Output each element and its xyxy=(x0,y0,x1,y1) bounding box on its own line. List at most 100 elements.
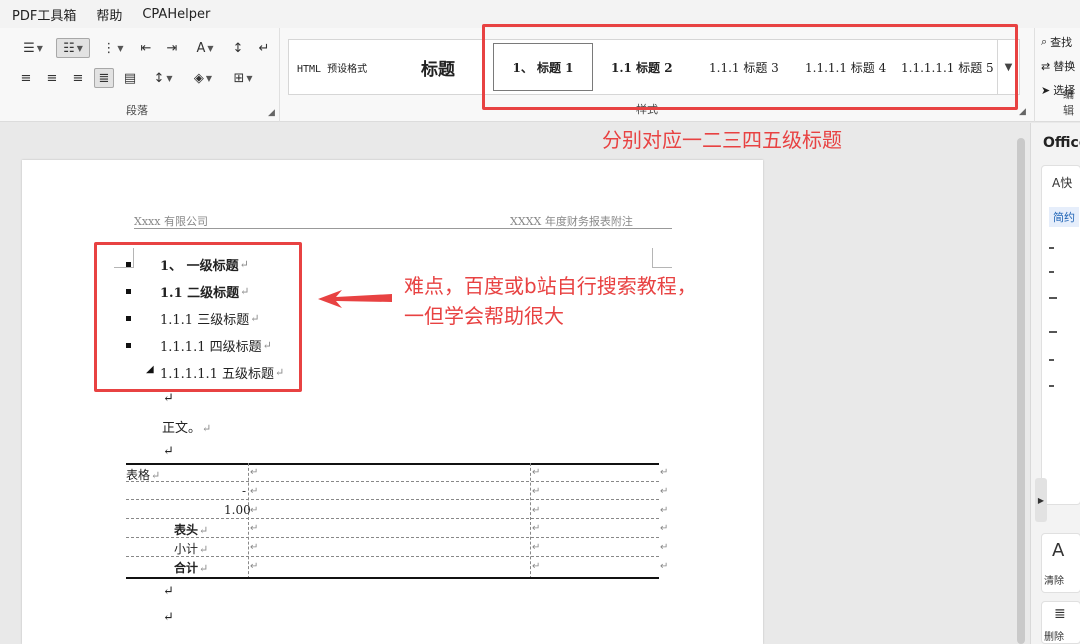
body-paragraph[interactable]: 正文。↵ xyxy=(162,417,211,436)
multilevel-list-icon: ⋮ xyxy=(102,40,116,56)
menu-item-pdf-toolbox[interactable]: PDF工具箱 xyxy=(12,5,76,24)
replace-button[interactable]: ⇄ 替换 xyxy=(1041,58,1075,74)
empty-paragraph-mark: ↵ xyxy=(163,610,174,625)
paragraph-mark-icon: ↵ xyxy=(199,562,209,575)
shading-button[interactable]: ◈ ▼ xyxy=(186,68,220,88)
align-left-button[interactable]: ≡ xyxy=(16,68,36,88)
increase-indent-button[interactable]: ⇥ xyxy=(162,38,182,58)
style-html-preformatted[interactable]: HTML 预设格式 xyxy=(297,40,367,94)
table-cell-text: 表格 xyxy=(126,468,151,482)
cell-mark-icon: ↵ xyxy=(532,523,541,534)
table-row xyxy=(126,482,659,500)
styles-dialog-launcher-icon[interactable]: ◢ xyxy=(1019,107,1026,117)
paragraph-group-label: 段落 xyxy=(126,104,148,117)
outline-item[interactable] xyxy=(1049,247,1054,249)
borders-button[interactable]: ⊞ ▼ xyxy=(226,68,260,88)
body-text: 正文。 xyxy=(162,421,202,436)
side-pane-title: Office xyxy=(1043,135,1080,151)
document-page[interactable]: Xxxx 有限公司 XXXX 年度财务报表附注 1、 一级标题 ↵ 1.1 二级标… xyxy=(22,160,763,644)
delete-card[interactable]: ≣ 删除 xyxy=(1041,601,1080,644)
table-cell[interactable]: 小计↵ xyxy=(174,540,208,557)
table-cell[interactable]: 表头↵ xyxy=(174,521,208,538)
clear-format-card[interactable]: A 清除 xyxy=(1041,533,1080,593)
side-pane-tab[interactable]: 简约 xyxy=(1049,207,1079,227)
line-spacing-icon: ↕ xyxy=(153,70,165,86)
find-label: 查找 xyxy=(1050,36,1073,49)
chevron-down-icon: ▼ xyxy=(205,73,213,83)
bullet-list-icon: ☰ xyxy=(23,40,35,56)
header-left: Xxxx 有限公司 xyxy=(134,215,208,228)
office-side-pane: Office A快 简约 A 清除 ≣ 删除 xyxy=(1030,123,1080,644)
editing-group-label: 编辑 xyxy=(1063,88,1074,117)
document-table[interactable]: 表格↵ - 1.00 表头↵ 小计↵ 合计↵ ↵ ↵ ↵ ↵ ↵ ↵ ↵ ↵ ↵… xyxy=(126,463,668,579)
table-cell[interactable]: 合计↵ xyxy=(174,559,208,576)
chevron-down-icon: ▼ xyxy=(207,43,214,53)
table-cell-text: 表头 xyxy=(174,523,199,537)
table-cell[interactable]: 1.00 xyxy=(224,503,251,517)
decrease-indent-button[interactable]: ⇤ xyxy=(136,38,156,58)
align-center-icon: ≡ xyxy=(46,70,58,86)
menu-item-help[interactable]: 帮助 xyxy=(96,5,122,24)
cell-mark-icon: ↵ xyxy=(250,486,259,497)
replace-icon: ⇄ xyxy=(1041,59,1051,73)
row-end-mark-icon: ↵ xyxy=(660,505,669,516)
outline-item[interactable] xyxy=(1049,331,1057,333)
paragraph-mark-icon: ↵ xyxy=(199,524,209,537)
quick-style-item[interactable]: A快 xyxy=(1052,174,1072,191)
table-cell[interactable]: 表格↵ xyxy=(126,466,160,483)
search-icon: ⌕ xyxy=(1041,35,1048,48)
increase-indent-icon: ⇥ xyxy=(166,40,178,56)
chinese-layout-button[interactable]: A ▼ xyxy=(188,38,222,58)
empty-paragraph-mark: ↵ xyxy=(163,584,174,599)
paragraph-group: ☰ ▼ ☷ ▼ ⋮ ▼ ⇤ ⇥ A ▼ ↕ ↵ ≡ ≡ ≡ ≣ ▤ ↕ ▼ ◈ ▼ ⊞ ▼ 段… xyxy=(8,28,280,122)
distribute-button[interactable]: ▤ xyxy=(120,68,140,88)
find-button[interactable]: ⌕ 查找 xyxy=(1041,34,1072,50)
outline-item[interactable] xyxy=(1049,385,1054,387)
paragraph-dialog-launcher-icon[interactable]: ◢ xyxy=(268,108,275,118)
header-right: XXXX 年度财务报表附注 xyxy=(510,215,633,228)
outline-annotation-line-1: 难点，百度或b站自行搜索教程， xyxy=(404,274,697,298)
row-end-mark-icon: ↵ xyxy=(660,467,669,478)
outline-item[interactable] xyxy=(1049,359,1054,361)
menu-item-cpahelper[interactable]: CPAHelper xyxy=(142,7,210,22)
align-center-button[interactable]: ≡ xyxy=(42,68,62,88)
sort-button[interactable]: ↕ xyxy=(228,38,248,58)
styles-annotation: 分别对应一二三四五级标题 xyxy=(602,128,842,152)
cell-mark-icon: ↵ xyxy=(250,505,259,516)
clear-format-label: 清除 xyxy=(1044,576,1064,587)
multilevel-list-button[interactable]: ⋮ ▼ xyxy=(96,38,130,58)
numbered-list-button[interactable]: ☷ ▼ xyxy=(56,38,90,58)
numbered-list-icon: ☷ xyxy=(63,40,75,56)
paragraph-mark-icon: ↵ xyxy=(258,40,270,56)
cursor-icon: ➤ xyxy=(1041,83,1051,97)
outline-highlight-box xyxy=(94,242,302,392)
replace-label: 替换 xyxy=(1053,60,1076,73)
align-right-button[interactable]: ≡ xyxy=(68,68,88,88)
paragraph-row-2: ≡ ≡ ≡ ≣ ▤ ↕ ▼ ◈ ▼ ⊞ ▼ xyxy=(16,68,260,88)
justify-button[interactable]: ≣ xyxy=(94,68,114,88)
table-row xyxy=(126,501,659,519)
table-cell-text: - xyxy=(242,484,247,498)
table-cell[interactable]: - xyxy=(242,484,246,498)
header-rule xyxy=(134,228,672,229)
cell-mark-icon: ↵ xyxy=(250,561,259,572)
vertical-scrollbar[interactable] xyxy=(1017,138,1025,644)
outline-item[interactable] xyxy=(1049,297,1057,299)
paragraph-mark-icon: ↵ xyxy=(151,469,161,482)
table-cell-text: 1.00 xyxy=(224,503,251,517)
bullet-list-button[interactable]: ☰ ▼ xyxy=(16,38,50,58)
style-title[interactable]: 标题 xyxy=(421,40,455,94)
outline-item[interactable] xyxy=(1049,271,1054,273)
line-spacing-button[interactable]: ↕ ▼ xyxy=(146,68,180,88)
align-left-icon: ≡ xyxy=(20,70,32,86)
paragraph-mark-icon: ↵ xyxy=(202,422,212,435)
sort-icon: ↕ xyxy=(232,40,244,56)
table-cell-text: 合计 xyxy=(174,561,199,575)
show-marks-button[interactable]: ↵ xyxy=(254,38,274,58)
side-pane-collapse-button[interactable]: ▶ xyxy=(1035,478,1047,522)
row-end-mark-icon: ↵ xyxy=(660,561,669,572)
chevron-down-icon: ▼ xyxy=(246,73,253,83)
decrease-indent-icon: ⇤ xyxy=(140,40,152,56)
clear-format-icon: A xyxy=(1052,540,1065,561)
distribute-icon: ▤ xyxy=(123,70,137,86)
